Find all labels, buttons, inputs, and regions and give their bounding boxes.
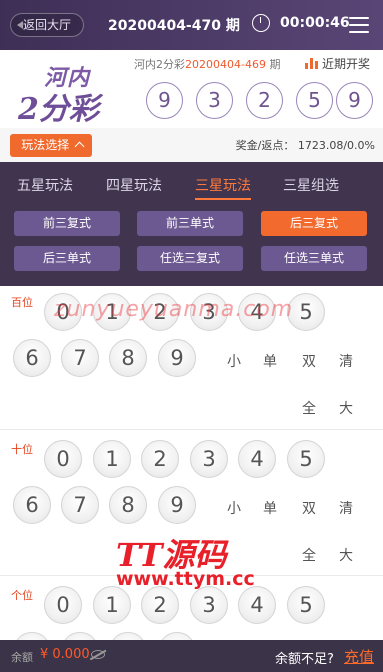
previous-issue-number: 20200404-469 <box>185 58 266 71</box>
previous-game-name: 河内2分彩 <box>134 58 185 71</box>
digit-ball[interactable]: 0 <box>44 440 82 478</box>
tab-three-star-group[interactable]: 三星组选 <box>283 175 339 195</box>
balance-label: 余额 <box>11 651 33 664</box>
digit-ball[interactable]: 0 <box>44 586 82 624</box>
section-divider <box>0 429 383 430</box>
result-ball: 9 <box>336 82 373 119</box>
digit-ball[interactable]: 2 <box>141 440 179 478</box>
watermark-site: www.ttym.cc <box>116 568 255 590</box>
game-logo: 河内 2分彩 <box>14 56 110 127</box>
tab-three-star[interactable]: 三星玩法 <box>195 175 251 200</box>
tab-five-star[interactable]: 五星玩法 <box>17 175 73 195</box>
back-to-lobby-button[interactable]: 返回大厅 <box>10 13 84 37</box>
bottom-bar: 余额 ¥ 0.000 余额不足? 充值 <box>0 640 383 672</box>
subtype-front-three-single[interactable]: 前三单式 <box>137 211 243 236</box>
play-select-label: 玩法选择 <box>21 138 70 152</box>
play-type-panel: 五星玩法 四星玩法 三星玩法 三星组选 前三复式 前三单式 后三复式 后三单式 … <box>0 162 383 286</box>
balance-amount: ¥ 0.000 <box>40 647 90 662</box>
tab-four-star[interactable]: 四星玩法 <box>106 175 162 195</box>
quick-select-button[interactable]: 全 <box>302 398 316 418</box>
quick-select-button[interactable]: 清 <box>339 351 353 371</box>
digit-ball[interactable]: 7 <box>61 339 99 377</box>
digit-ball[interactable]: 9 <box>158 339 196 377</box>
subtype-back-three-single[interactable]: 后三单式 <box>14 246 120 271</box>
bonus-rebate-text: 奖金/返点： 1723.08/0.0% <box>235 139 375 152</box>
recent-results-link[interactable]: 近期开奖 <box>305 55 370 72</box>
subtype-back-three-compound[interactable]: 后三复式 <box>261 211 367 236</box>
low-balance-text: 余额不足? <box>275 652 334 667</box>
quick-select-button[interactable]: 清 <box>339 498 353 518</box>
clock-icon <box>252 14 270 32</box>
play-selection-row: 玩法选择 奖金/返点： 1723.08/0.0% <box>0 128 383 162</box>
digit-ball[interactable]: 8 <box>109 486 147 524</box>
digit-ball[interactable]: 3 <box>190 586 228 624</box>
digit-ball[interactable]: 2 <box>141 586 179 624</box>
result-ball: 9 <box>146 82 183 119</box>
quick-select-button[interactable]: 双 <box>302 498 316 518</box>
quick-select-button[interactable]: 大 <box>339 398 353 418</box>
subtype-any-three-compound[interactable]: 任选三复式 <box>137 246 243 271</box>
position-label: 个位 <box>11 589 33 602</box>
digit-ball[interactable]: 4 <box>238 586 276 624</box>
top-bar: 返回大厅 20200404-470 期 00:00:46 <box>0 0 383 50</box>
result-ball: 5 <box>296 82 333 119</box>
position-label: 百位 <box>11 296 33 309</box>
recent-results-label: 近期开奖 <box>322 57 371 71</box>
position-label: 十位 <box>11 443 33 456</box>
countdown-timer: 00:00:46 <box>280 15 350 31</box>
current-issue-title: 20200404-470 期 <box>108 18 240 34</box>
digit-ball[interactable]: 3 <box>190 440 228 478</box>
recharge-link[interactable]: 充值 <box>344 646 374 667</box>
previous-issue-suffix: 期 <box>265 58 281 71</box>
menu-icon[interactable] <box>349 17 369 33</box>
digit-ball[interactable]: 7 <box>61 486 99 524</box>
quick-select-button[interactable]: 双 <box>302 351 316 371</box>
quick-select-button[interactable]: 小 <box>227 498 241 518</box>
quick-select-button[interactable]: 小 <box>227 351 241 371</box>
digit-ball[interactable]: 6 <box>13 339 51 377</box>
quick-select-button[interactable]: 单 <box>263 498 277 518</box>
digit-ball[interactable]: 5 <box>287 586 325 624</box>
watermark-url: zunyueyuanma.com <box>54 297 294 322</box>
digit-ball[interactable]: 1 <box>93 586 131 624</box>
logo-text-bottom: 2分彩 <box>18 92 99 127</box>
digit-ball[interactable]: 4 <box>238 440 276 478</box>
digit-ball[interactable]: 5 <box>287 440 325 478</box>
digit-ball[interactable]: 1 <box>93 440 131 478</box>
quick-select-button[interactable]: 大 <box>339 545 353 565</box>
subtype-front-three-compound[interactable]: 前三复式 <box>14 211 120 236</box>
quick-select-button[interactable]: 全 <box>302 545 316 565</box>
previous-issue-text: 河内2分彩20200404-469 期 <box>134 56 280 72</box>
subtype-any-three-single[interactable]: 任选三单式 <box>261 246 367 271</box>
digit-ball[interactable]: 6 <box>13 486 51 524</box>
play-select-button[interactable]: 玩法选择 <box>10 134 92 157</box>
result-ball: 2 <box>246 82 283 119</box>
result-ball: 3 <box>196 82 233 119</box>
digit-ball[interactable]: 9 <box>158 486 196 524</box>
game-info-panel: 河内 2分彩 河内2分彩20200404-469 期 近期开奖 9 3 2 5 … <box>0 50 383 129</box>
hide-balance-icon[interactable] <box>91 650 105 659</box>
bar-chart-icon <box>305 57 319 69</box>
quick-select-button[interactable]: 单 <box>263 351 277 371</box>
digit-ball[interactable]: 8 <box>109 339 147 377</box>
